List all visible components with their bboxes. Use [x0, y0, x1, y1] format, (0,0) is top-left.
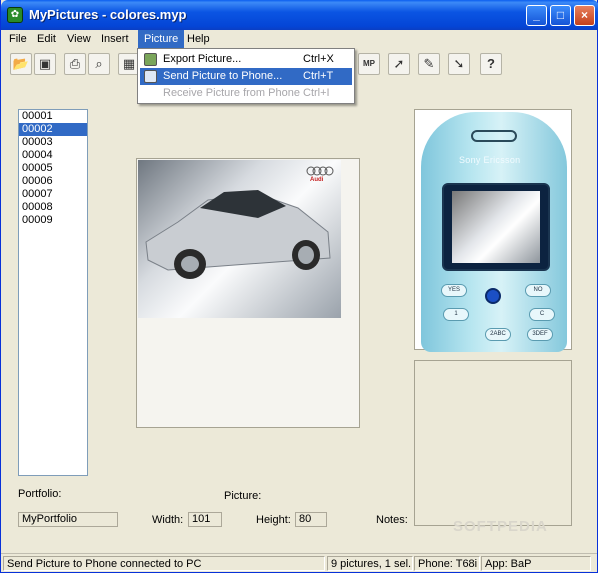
- menu-picture[interactable]: Picture: [138, 30, 185, 48]
- notes-frame: [414, 360, 572, 526]
- phone-key-yes: YES: [441, 284, 467, 297]
- phone-screen: [442, 183, 550, 271]
- menu-bar: File Edit View Insert Picture Help: [1, 30, 597, 48]
- phone-earpiece-icon: [471, 130, 517, 142]
- picture-label: Picture:: [224, 490, 262, 502]
- car-badge-label: Audi: [310, 177, 324, 183]
- menu-receive-picture-from-phone: Receive Picture from Phone Ctrl+I: [140, 85, 352, 102]
- phone-key-2: 2ABC: [485, 328, 511, 341]
- watermark: SOFTPEDIA: [453, 518, 548, 535]
- status-app: App: BaP: [481, 556, 591, 571]
- picture-menu-dropdown: Export Picture... Ctrl+X Send Picture to…: [137, 48, 355, 104]
- list-item[interactable]: 00007: [19, 188, 87, 201]
- save-icon[interactable]: ▣: [34, 53, 56, 75]
- main-window: ✿ MyPictures - colores.myp _ □ × File Ed…: [0, 0, 598, 573]
- print-icon[interactable]: ⎙: [64, 53, 86, 75]
- width-label: Width:: [152, 514, 184, 526]
- phone-settings-icon[interactable]: ✎: [418, 53, 440, 75]
- title-bar[interactable]: ✿ MyPictures - colores.myp _ □ ×: [1, 0, 598, 30]
- receive-picture-label: Receive Picture from Phone: [163, 87, 300, 99]
- phone-preview-frame: Sony Ericsson YES NO 1 C 2ABC 3DEF: [414, 109, 572, 352]
- export-picture-label: Export Picture...: [163, 53, 242, 65]
- phone-screen-picture: [452, 191, 540, 263]
- status-bar: Send Picture to Phone connected to PC 9 …: [1, 553, 597, 572]
- picture-list[interactable]: 00001 00002 00003 00004 00005 00006 0000…: [18, 109, 88, 476]
- receive-from-phone-icon[interactable]: ➘: [448, 53, 470, 75]
- open-folder-icon[interactable]: 📂: [10, 53, 32, 75]
- list-item[interactable]: 00004: [19, 149, 87, 162]
- phone-key-no: NO: [525, 284, 551, 297]
- menu-send-picture-to-phone[interactable]: Send Picture to Phone... Ctrl+T: [140, 68, 352, 85]
- export-picture-shortcut: Ctrl+X: [303, 53, 334, 65]
- list-item[interactable]: 00008: [19, 201, 87, 214]
- list-item[interactable]: 00001: [19, 110, 87, 123]
- export-picture-icon: [144, 53, 157, 66]
- list-item[interactable]: 00003: [19, 136, 87, 149]
- height-label: Height:: [256, 514, 291, 526]
- send-to-phone-icon: [144, 70, 157, 83]
- phone-joystick-icon: [485, 288, 501, 304]
- menu-edit[interactable]: Edit: [31, 30, 62, 48]
- notes-label: Notes:: [376, 514, 408, 526]
- status-phone: Phone: T68i: [414, 556, 480, 571]
- pictures-icon: ✿: [7, 7, 23, 23]
- car-picture: Audi: [138, 160, 341, 318]
- menu-file[interactable]: File: [3, 30, 33, 48]
- status-count: 9 pictures, 1 sel.: [327, 556, 413, 571]
- list-item[interactable]: 00006: [19, 175, 87, 188]
- minimize-button[interactable]: _: [526, 5, 547, 26]
- menu-view[interactable]: View: [61, 30, 97, 48]
- mp-icon[interactable]: MP: [358, 53, 380, 75]
- menu-export-picture[interactable]: Export Picture... Ctrl+X: [140, 51, 352, 68]
- car-graphic: [145, 166, 334, 279]
- send-to-phone-icon[interactable]: ➚: [388, 53, 410, 75]
- menu-help[interactable]: Help: [181, 30, 216, 48]
- phone-body: Sony Ericsson YES NO 1 C 2ABC 3DEF: [421, 112, 567, 352]
- height-field[interactable]: 80: [295, 512, 327, 527]
- window-title: MyPictures - colores.myp: [29, 7, 187, 22]
- width-field[interactable]: 101: [188, 512, 222, 527]
- send-picture-shortcut: Ctrl+T: [303, 70, 334, 82]
- receive-picture-shortcut: Ctrl+I: [303, 87, 330, 99]
- portfolio-field[interactable]: MyPortfolio: [18, 512, 118, 527]
- phone-key-1: 1: [443, 308, 469, 321]
- send-picture-label: Send Picture to Phone...: [163, 70, 283, 82]
- list-item-selected[interactable]: 00002: [19, 123, 87, 136]
- phone-key-c: C: [529, 308, 555, 321]
- list-item[interactable]: 00009: [19, 214, 87, 227]
- menu-insert[interactable]: Insert: [95, 30, 135, 48]
- status-message: Send Picture to Phone connected to PC: [3, 556, 325, 571]
- portfolio-label: Portfolio:: [18, 488, 62, 500]
- maximize-button[interactable]: □: [550, 5, 571, 26]
- close-button[interactable]: ×: [574, 5, 595, 26]
- picture-preview-frame: Audi: [136, 158, 360, 428]
- phone-key-3: 3DEF: [527, 328, 553, 341]
- help-icon[interactable]: ?: [480, 53, 502, 75]
- phone-brand: Sony Ericsson: [459, 155, 521, 165]
- list-item[interactable]: 00005: [19, 162, 87, 175]
- print-preview-icon[interactable]: ⌕: [88, 53, 110, 75]
